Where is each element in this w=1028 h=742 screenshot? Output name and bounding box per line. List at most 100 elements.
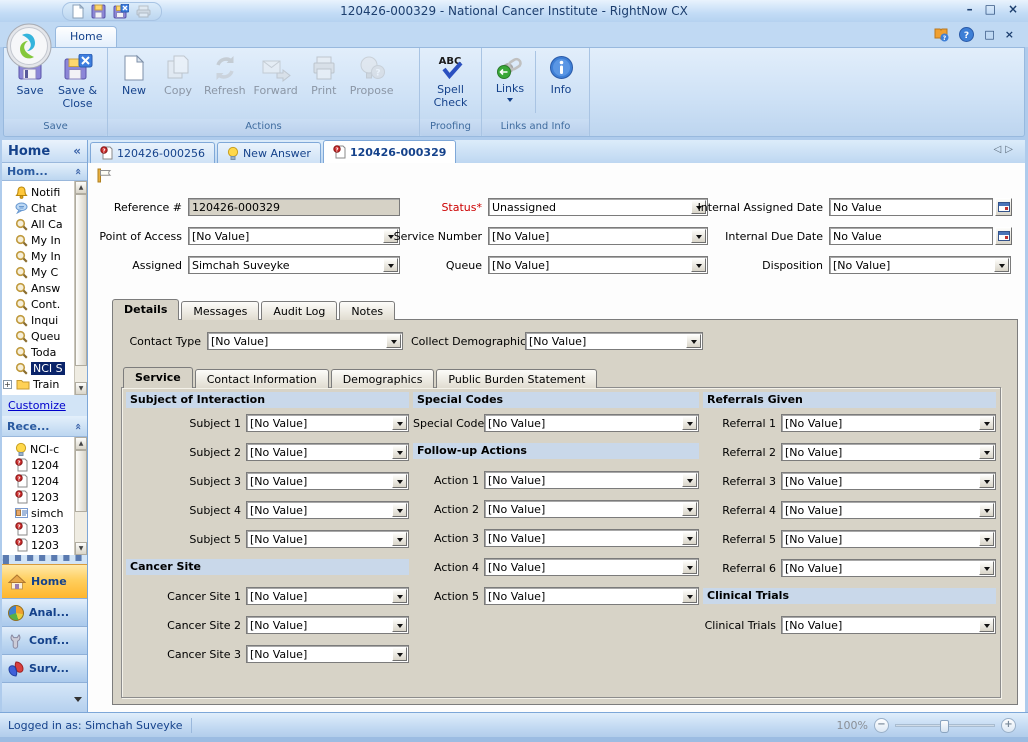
spell-check-button[interactable]: ABC Spell Check [424,51,477,117]
subject-5-dropdown[interactable]: [No Value] [246,530,409,548]
dropdown-arrow[interactable] [979,416,994,430]
dropdown-arrow[interactable] [392,618,407,632]
clinical-trials-dropdown[interactable]: [No Value] [781,616,996,634]
links-button[interactable]: Links [488,51,532,117]
dropdown-arrow[interactable] [979,503,994,517]
dropdown-arrow[interactable] [392,474,407,488]
cancer-site-3-dropdown[interactable]: [No Value] [246,645,409,663]
dropdown-arrow[interactable] [392,445,407,459]
recent-list-scrollbar[interactable]: ▲ ▼ [74,437,87,555]
scroll-down-icon[interactable]: ▼ [75,542,87,555]
scrollbar-thumb[interactable] [75,194,87,366]
nav-overflow-area[interactable] [2,682,87,712]
pane-splitter[interactable]: ■ ■ ■ ■ ■ ■ ■ ■ [2,555,87,564]
subtab-contact-information[interactable]: Contact Information [195,369,329,388]
restore-button[interactable]: □ [985,2,996,16]
collapse-sidebar-icon[interactable]: « [73,144,81,158]
point-of-access-dropdown[interactable]: [No Value] [188,227,400,245]
action-4-dropdown[interactable]: [No Value] [484,558,699,576]
refresh-button[interactable]: Refresh [200,51,250,117]
dropdown-arrow[interactable] [682,531,697,545]
forward-button[interactable]: Forward [250,51,302,117]
dropdown-arrow[interactable] [386,334,401,348]
referral-6-dropdown[interactable]: [No Value] [781,559,996,577]
nav-button-configuration[interactable]: Conf... [2,626,87,654]
new-button[interactable]: New [112,51,156,117]
subject-2-dropdown[interactable]: [No Value] [246,443,409,461]
calendar-button[interactable] [995,227,1012,245]
assigned-dropdown[interactable]: Simchah Suveyke [188,256,400,274]
dropdown-arrow[interactable] [392,416,407,430]
flag-icon[interactable] [95,167,112,184]
scrollbar-thumb[interactable] [75,450,87,512]
save-close-button[interactable]: Save & Close [52,51,103,117]
collect-demographics-dropdown[interactable]: [No Value] [525,332,703,350]
dropdown-arrow[interactable] [392,503,407,517]
workspace-tab-1[interactable]: ? 120426-000256 [90,142,215,163]
dropdown-arrow[interactable] [994,258,1009,272]
close-pane-icon[interactable]: × [1005,28,1014,41]
queue-dropdown[interactable]: [No Value] [488,256,708,274]
dropdown-arrow[interactable] [682,589,697,603]
dropdown-arrow[interactable] [392,647,407,661]
dropdown-arrow[interactable] [682,502,697,516]
nav-group-header[interactable]: Hom... « [2,163,87,181]
minimize-button[interactable]: – [967,2,973,16]
internal-assigned-date-field[interactable]: No Value [829,198,993,216]
subject-3-dropdown[interactable]: [No Value] [246,472,409,490]
scroll-down-icon[interactable]: ▼ [75,382,87,395]
action-1-dropdown[interactable]: [No Value] [484,471,699,489]
customize-link[interactable]: Customize [8,399,66,412]
scroll-up-icon[interactable]: ▲ [75,437,87,450]
propose-button[interactable]: ? Propose [346,51,398,117]
info-button[interactable]: Info [539,51,583,117]
dropdown-arrow[interactable] [682,473,697,487]
disposition-dropdown[interactable]: [No Value] [829,256,1011,274]
status-dropdown[interactable]: Unassigned [488,198,708,216]
service-number-dropdown[interactable]: [No Value] [488,227,708,245]
copy-button[interactable]: Copy [156,51,200,117]
help-icon[interactable]: ? [959,27,974,42]
referral-1-dropdown[interactable]: [No Value] [781,414,996,432]
action-2-dropdown[interactable]: [No Value] [484,500,699,518]
cancer-site-1-dropdown[interactable]: [No Value] [246,587,409,605]
dropdown-arrow[interactable] [392,589,407,603]
referral-5-dropdown[interactable]: [No Value] [781,530,996,548]
nav-button-home[interactable]: Home [2,564,87,598]
calendar-button[interactable] [995,198,1012,216]
subject-1-dropdown[interactable]: [No Value] [246,414,409,432]
dropdown-arrow[interactable] [392,532,407,546]
ribbon-tab-home[interactable]: Home [55,26,117,47]
dropdown-arrow[interactable] [682,416,697,430]
print-button[interactable]: Print [302,51,346,117]
close-button[interactable]: × [1008,2,1018,16]
contact-type-dropdown[interactable]: [No Value] [207,332,403,350]
subtab-service[interactable]: Service [123,367,193,388]
cancer-site-2-dropdown[interactable]: [No Value] [246,616,409,634]
referral-2-dropdown[interactable]: [No Value] [781,443,996,461]
subtab-public-burden[interactable]: Public Burden Statement [436,369,597,388]
tab-details[interactable]: Details [112,299,179,320]
tab-notes[interactable]: Notes [339,301,395,320]
zoom-slider[interactable] [895,724,995,727]
action-3-dropdown[interactable]: [No Value] [484,529,699,547]
workspace-tab-2[interactable]: New Answer [217,142,321,163]
internal-due-date-field[interactable]: No Value [829,227,993,245]
referral-4-dropdown[interactable]: [No Value] [781,501,996,519]
referral-3-dropdown[interactable]: [No Value] [781,472,996,490]
tab-messages[interactable]: Messages [181,301,259,320]
zoom-slider-thumb[interactable] [940,720,949,733]
recent-group-header[interactable]: Rece... « [2,416,87,437]
action-5-dropdown[interactable]: [No Value] [484,587,699,605]
dropdown-arrow[interactable] [682,560,697,574]
special-code-dropdown[interactable]: [No Value] [484,414,699,432]
dropdown-arrow[interactable] [979,474,994,488]
dropdown-arrow[interactable] [979,561,994,575]
nav-button-analytics[interactable]: Anal... [2,598,87,626]
tab-audit-log[interactable]: Audit Log [261,301,337,320]
subject-4-dropdown[interactable]: [No Value] [246,501,409,519]
nav-button-surveys[interactable]: Surv... [2,654,87,682]
dropdown-arrow[interactable] [979,618,994,632]
zoom-in-button[interactable]: + [1001,718,1016,733]
subtab-demographics[interactable]: Demographics [331,369,435,388]
